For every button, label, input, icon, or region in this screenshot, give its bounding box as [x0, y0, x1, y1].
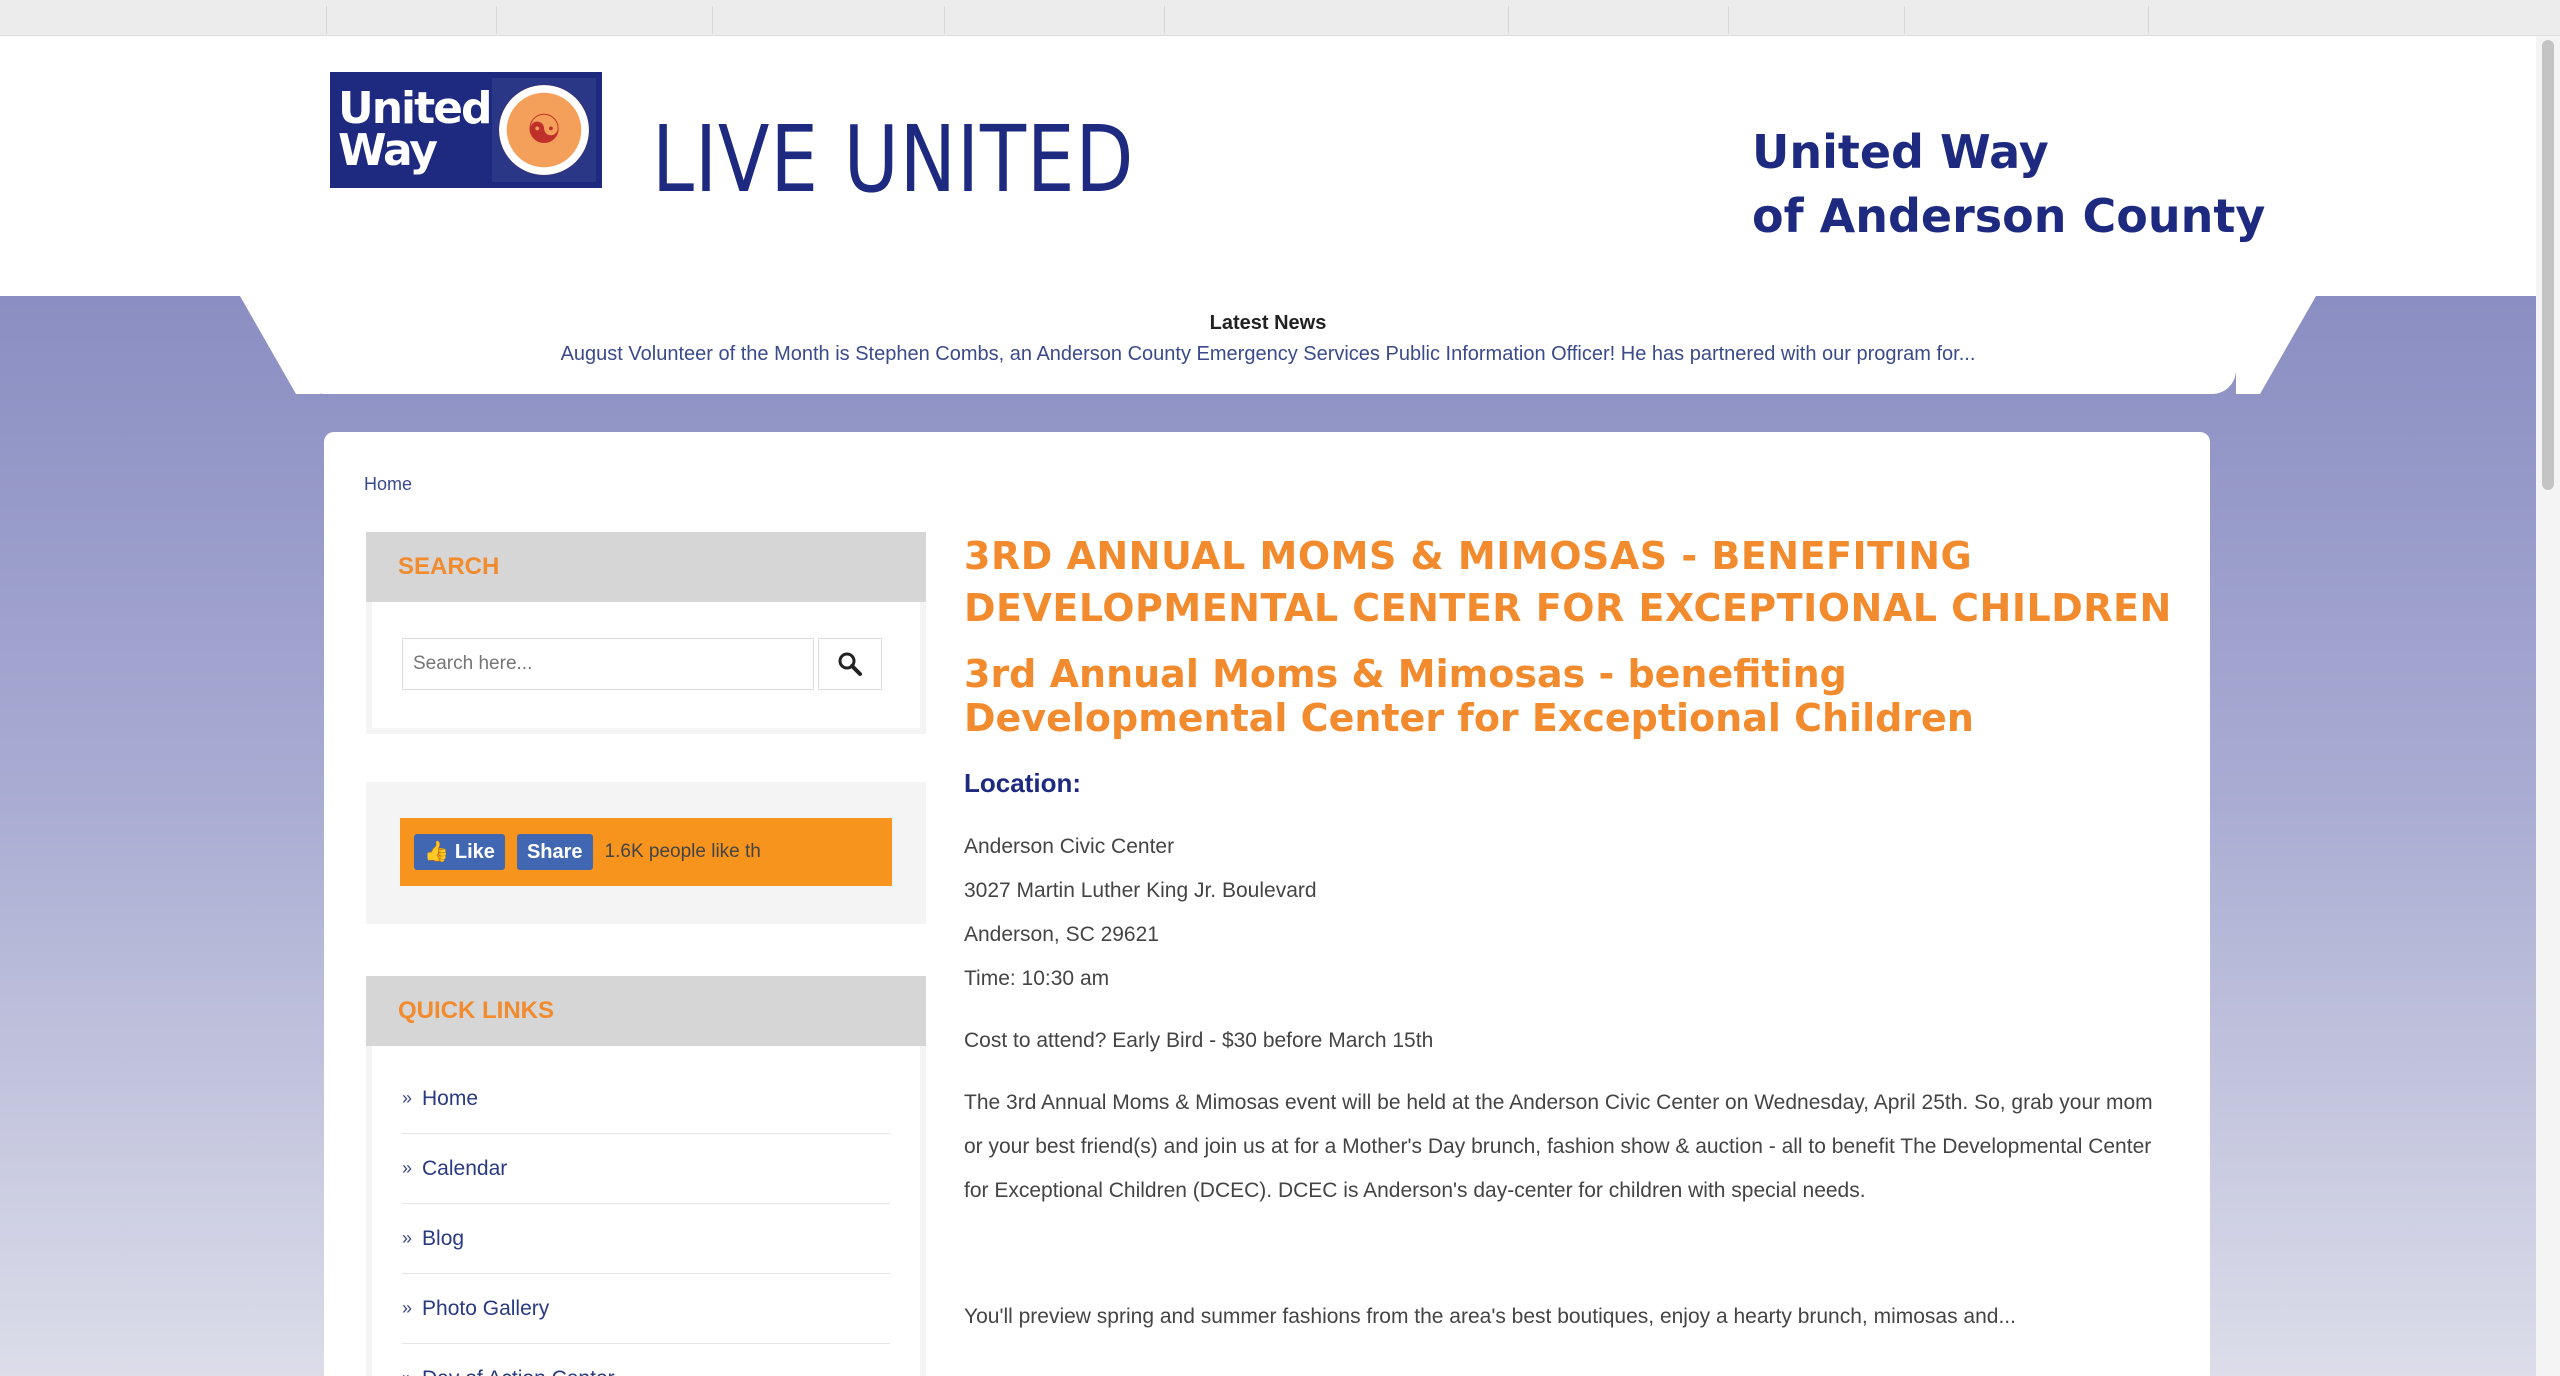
quick-link-label: Blog — [422, 1226, 465, 1250]
search-input[interactable] — [402, 638, 814, 690]
strip-divider — [1904, 6, 1905, 34]
share-label: Share — [526, 841, 583, 863]
strip-divider — [712, 6, 713, 34]
facebook-like-button[interactable]: 👍 Like — [414, 834, 505, 870]
strip-divider — [1164, 6, 1165, 34]
org-name-line2: of Anderson County — [1752, 189, 2266, 243]
organization-name[interactable]: United Way of Anderson County — [1752, 120, 2265, 248]
event-cost: Cost to attend? Early Bird - $30 before … — [964, 1029, 1434, 1052]
logo-wordmark: United Way — [338, 83, 493, 176]
quick-link-label: Calendar — [422, 1156, 508, 1180]
event-description: The 3rd Annual Moms & Mimosas event will… — [964, 1091, 2153, 1202]
double-chevron-icon: » — [402, 1158, 413, 1178]
quick-link-day-of-action[interactable]: » Day of Action Center — [402, 1344, 890, 1376]
quick-link-calendar[interactable]: » Calendar — [402, 1134, 890, 1204]
like-label: Like — [454, 841, 495, 863]
event-description-continued: You'll preview spring and summer fashion… — [964, 1305, 2016, 1328]
facebook-share-button[interactable]: Share — [516, 834, 593, 870]
united-way-logo[interactable]: United Way ☯ — [330, 72, 602, 188]
quick-links-widget: QUICK LINKS » Home » Calendar » Blog » P… — [366, 976, 926, 1376]
quick-link-label: Home — [422, 1086, 479, 1110]
logo-emblem-icon: ☯ — [492, 78, 596, 182]
search-icon — [838, 652, 862, 676]
quick-links-list: » Home » Calendar » Blog » Photo Gallery… — [372, 1046, 920, 1376]
quick-link-photo-gallery[interactable]: » Photo Gallery — [402, 1274, 890, 1344]
double-chevron-icon: » — [402, 1298, 413, 1318]
event-address: Anderson Civic Center 3027 Martin Luther… — [964, 825, 2174, 1001]
org-name-line1: United Way — [1752, 125, 2049, 179]
location-label: Location: — [964, 768, 1081, 798]
breadcrumb-home[interactable]: Home — [364, 474, 412, 495]
search-button[interactable] — [818, 638, 882, 690]
strip-divider — [944, 6, 945, 34]
browser-top-strip — [0, 0, 2560, 36]
quick-links-body: » Home » Calendar » Blog » Photo Gallery… — [372, 1046, 920, 1376]
double-chevron-icon: » — [402, 1368, 412, 1376]
strip-divider — [1508, 6, 1509, 34]
double-chevron-icon: » — [402, 1228, 413, 1248]
hand-person-rainbow-icon: ☯ — [499, 85, 589, 175]
address-line: Anderson, SC 29621 — [964, 923, 1159, 946]
search-widget-body — [372, 602, 920, 728]
quick-links-title: QUICK LINKS — [366, 976, 926, 1046]
strip-divider — [2148, 6, 2149, 34]
address-line: 3027 Martin Luther King Jr. Boulevard — [964, 879, 1317, 902]
live-united-tagline: LIVE UNITED — [652, 106, 1135, 213]
quick-link-label: Day of Action Center — [422, 1367, 615, 1376]
article-title: 3rd Annual Moms & Mimosas - benefiting D… — [964, 652, 1974, 740]
facebook-like-box: 👍 Like Share 1.6K people like th — [400, 818, 892, 886]
facebook-like-count: 1.6K people like th — [604, 841, 761, 862]
latest-news-title: Latest News — [1209, 312, 1327, 334]
strip-divider — [1728, 6, 1729, 34]
strip-divider — [496, 6, 497, 34]
quick-link-blog[interactable]: » Blog — [402, 1204, 890, 1274]
quick-link-label: Photo Gallery — [422, 1296, 550, 1320]
address-line: Anderson Civic Center — [964, 835, 1175, 858]
article-content: 3RD ANNUAL MOMS & MIMOSAS - BENEFITING D… — [964, 530, 2174, 1339]
search-widget-title: SEARCH — [366, 532, 926, 602]
thumbs-up-icon: 👍 — [424, 841, 449, 863]
scrollbar-thumb[interactable] — [2542, 40, 2554, 490]
strip-divider — [326, 6, 327, 34]
latest-news-bar: Latest News August Volunteer of the Mont… — [300, 296, 2236, 394]
latest-news-link[interactable]: August Volunteer of the Month is Stephen… — [300, 343, 2236, 366]
quick-link-home[interactable]: » Home — [402, 1064, 890, 1134]
page-title: 3RD ANNUAL MOMS & MIMOSAS - BENEFITING D… — [964, 534, 2172, 630]
search-widget: SEARCH — [366, 532, 926, 734]
event-time: Time: 10:30 am — [964, 967, 1110, 990]
double-chevron-icon: » — [402, 1088, 413, 1108]
